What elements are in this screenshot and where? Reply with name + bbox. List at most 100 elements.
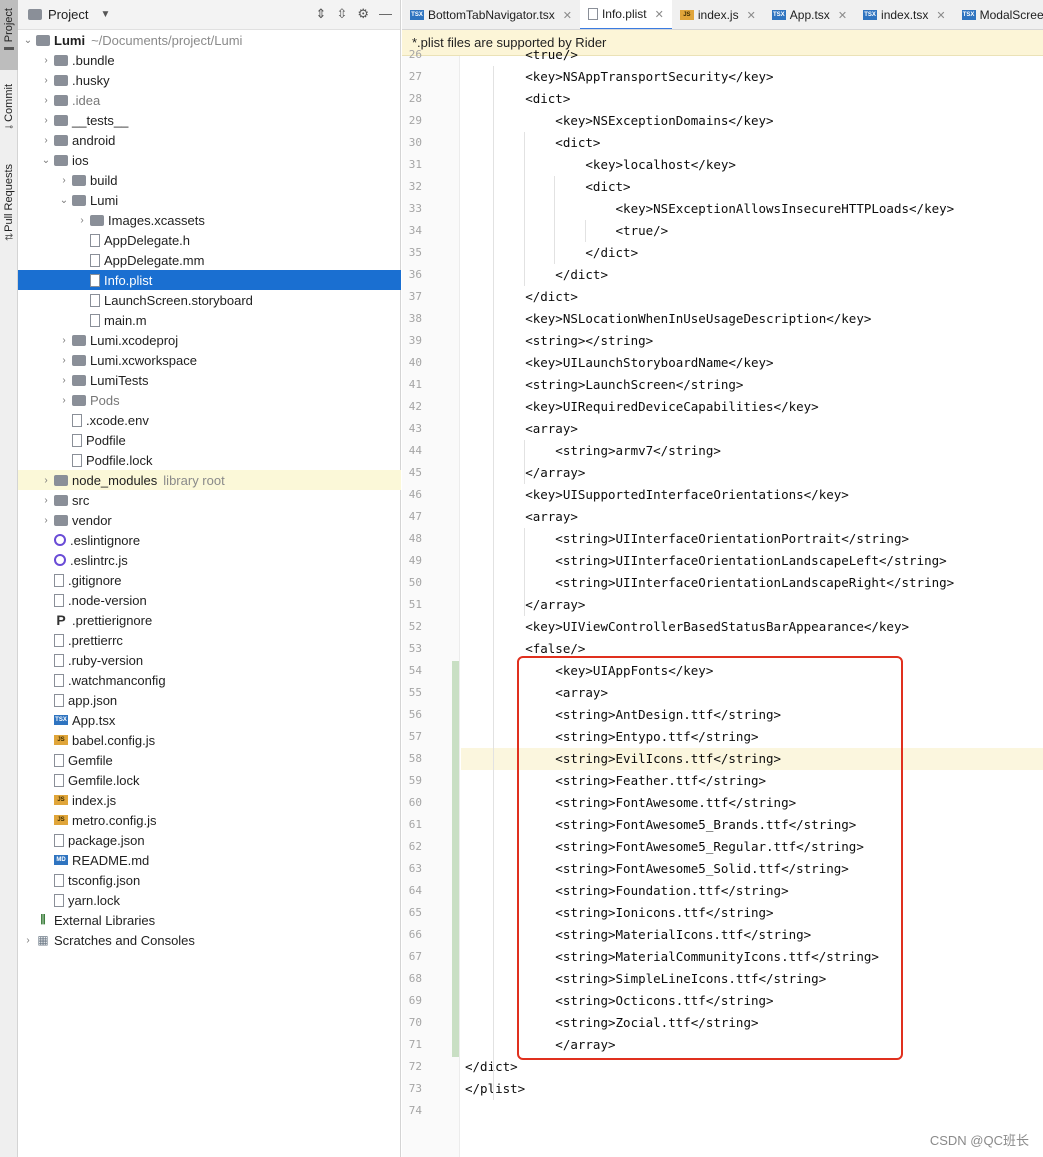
tree-item[interactable]: Info.plist: [18, 270, 401, 290]
close-icon[interactable]: ✕: [563, 9, 572, 22]
tree-item[interactable]: .prettierrc: [18, 630, 401, 650]
expand-all-icon[interactable]: ⇕: [316, 6, 327, 22]
code-line[interactable]: <string>LaunchScreen</string>: [461, 374, 1043, 396]
code-line[interactable]: <key>NSExceptionAllowsInsecureHTTPLoads<…: [461, 198, 1043, 220]
code-line[interactable]: <key>NSAppTransportSecurity</key>: [461, 66, 1043, 88]
tree-item[interactable]: › vendor: [18, 510, 401, 530]
chevron-right-icon[interactable]: ›: [40, 55, 52, 66]
code-line[interactable]: [461, 1100, 1043, 1122]
tree-item[interactable]: › Lumi.xcodeproj: [18, 330, 401, 350]
tree-item[interactable]: JS babel.config.js: [18, 730, 401, 750]
tree-item[interactable]: main.m: [18, 310, 401, 330]
tool-tab-pull-requests[interactable]: Pull Requests ⇄: [0, 160, 18, 256]
tree-item[interactable]: › src: [18, 490, 401, 510]
tree-item[interactable]: P .prettierignore: [18, 610, 401, 630]
changed-lines-marker[interactable]: [452, 661, 459, 1057]
tool-tab-commit[interactable]: Commit ⊸: [0, 80, 18, 144]
chevron-right-icon[interactable]: ›: [40, 515, 52, 526]
tree-item[interactable]: › node_modules library root: [18, 470, 401, 490]
code-line[interactable]: <string>SimpleLineIcons.ttf</string>: [461, 968, 1043, 990]
tree-item[interactable]: yarn.lock: [18, 890, 401, 910]
code-line[interactable]: <array>: [461, 506, 1043, 528]
tree-item[interactable]: › android: [18, 130, 401, 150]
code-line[interactable]: <key>UIAppFonts</key>: [461, 660, 1043, 682]
tree-item[interactable]: › Images.xcassets: [18, 210, 401, 230]
chevron-right-icon[interactable]: ›: [58, 335, 70, 346]
tree-item[interactable]: › ▦ Scratches and Consoles: [18, 930, 401, 950]
tree-item[interactable]: › build: [18, 170, 401, 190]
code-editor[interactable]: <true/> <key>NSAppTransportSecurity</key…: [461, 47, 1043, 1157]
close-icon[interactable]: ✕: [747, 9, 756, 22]
tree-item[interactable]: JS index.js: [18, 790, 401, 810]
editor-tab[interactable]: TSX BottomTabNavigator.tsx ✕: [402, 0, 580, 29]
code-line[interactable]: <string>FontAwesome5_Brands.ttf</string>: [461, 814, 1043, 836]
tree-item[interactable]: ⌄ ios: [18, 150, 401, 170]
code-line[interactable]: <key>localhost</key>: [461, 154, 1043, 176]
chevron-right-icon[interactable]: ›: [40, 75, 52, 86]
code-line[interactable]: <string>Octicons.ttf</string>: [461, 990, 1043, 1012]
chevron-down-icon[interactable]: ⌄: [22, 35, 34, 46]
chevron-right-icon[interactable]: ›: [58, 395, 70, 406]
code-line[interactable]: <key>NSLocationWhenInUseUsageDescription…: [461, 308, 1043, 330]
chevron-right-icon[interactable]: ›: [40, 95, 52, 106]
code-line[interactable]: <dict>: [461, 88, 1043, 110]
tree-item[interactable]: ⫼ External Libraries: [18, 910, 401, 930]
chevron-down-icon[interactable]: ⌄: [58, 195, 70, 206]
chevron-down-icon[interactable]: ▼: [100, 9, 110, 20]
code-line[interactable]: <key>UISupportedInterfaceOrientations</k…: [461, 484, 1043, 506]
code-line[interactable]: <array>: [461, 418, 1043, 440]
tree-item[interactable]: .eslintignore: [18, 530, 401, 550]
tree-item[interactable]: › .husky: [18, 70, 401, 90]
code-line[interactable]: <string>Entypo.ttf</string>: [461, 726, 1043, 748]
tree-item[interactable]: .watchmanconfig: [18, 670, 401, 690]
project-panel-title[interactable]: Project: [48, 7, 88, 22]
tree-item[interactable]: Gemfile.lock: [18, 770, 401, 790]
code-line[interactable]: <array>: [461, 682, 1043, 704]
code-line[interactable]: </array>: [461, 462, 1043, 484]
code-line[interactable]: <string>Feather.ttf</string>: [461, 770, 1043, 792]
code-line[interactable]: <true/>: [461, 44, 1043, 66]
close-icon[interactable]: ✕: [838, 9, 847, 22]
tree-item[interactable]: Gemfile: [18, 750, 401, 770]
tree-item[interactable]: package.json: [18, 830, 401, 850]
code-line[interactable]: </array>: [461, 594, 1043, 616]
chevron-right-icon[interactable]: ›: [40, 475, 52, 486]
chevron-right-icon[interactable]: ›: [76, 215, 88, 226]
editor-tab[interactable]: Info.plist ✕: [579, 0, 672, 29]
tree-item[interactable]: LaunchScreen.storyboard: [18, 290, 401, 310]
editor-tab[interactable]: TSXModalScreen: [954, 0, 1043, 29]
code-line[interactable]: <string>UIInterfaceOrientationLandscapeR…: [461, 572, 1043, 594]
tree-item[interactable]: tsconfig.json: [18, 870, 401, 890]
chevron-right-icon[interactable]: ›: [40, 115, 52, 126]
code-line[interactable]: <string>MaterialCommunityIcons.ttf</stri…: [461, 946, 1043, 968]
tree-item[interactable]: › .bundle: [18, 50, 401, 70]
tree-item[interactable]: › Pods: [18, 390, 401, 410]
tree-item[interactable]: › .idea: [18, 90, 401, 110]
tree-item[interactable]: .eslintrc.js: [18, 550, 401, 570]
tree-item[interactable]: MD README.md: [18, 850, 401, 870]
chevron-down-icon[interactable]: ⌄: [40, 155, 52, 166]
tree-item[interactable]: › __tests__: [18, 110, 401, 130]
code-line[interactable]: <string>Zocial.ttf</string>: [461, 1012, 1043, 1034]
tree-item[interactable]: Podfile.lock: [18, 450, 401, 470]
tree-item[interactable]: .xcode.env: [18, 410, 401, 430]
code-line[interactable]: <string>AntDesign.ttf</string>: [461, 704, 1043, 726]
chevron-right-icon[interactable]: ›: [58, 355, 70, 366]
editor-tab[interactable]: JS index.js ✕: [672, 0, 764, 29]
tree-item[interactable]: AppDelegate.h: [18, 230, 401, 250]
code-line[interactable]: <string></string>: [461, 330, 1043, 352]
code-line[interactable]: <key>NSExceptionDomains</key>: [461, 110, 1043, 132]
chevron-right-icon[interactable]: ›: [40, 495, 52, 506]
tree-item[interactable]: › LumiTests: [18, 370, 401, 390]
editor-tab[interactable]: TSX App.tsx ✕: [764, 0, 855, 29]
chevron-right-icon[interactable]: ›: [58, 175, 70, 186]
close-icon[interactable]: ✕: [936, 9, 945, 22]
collapse-all-icon[interactable]: ⇳: [336, 6, 347, 22]
minimize-icon[interactable]: —: [379, 6, 392, 22]
code-line[interactable]: <key>UIViewControllerBasedStatusBarAppea…: [461, 616, 1043, 638]
code-line[interactable]: <string>Foundation.ttf</string>: [461, 880, 1043, 902]
code-line[interactable]: </dict>: [461, 1056, 1043, 1078]
editor-tab[interactable]: TSX index.tsx ✕: [855, 0, 954, 29]
code-line[interactable]: <string>EvilIcons.ttf</string>: [461, 748, 1043, 770]
code-line[interactable]: <string>UIInterfaceOrientationPortrait</…: [461, 528, 1043, 550]
